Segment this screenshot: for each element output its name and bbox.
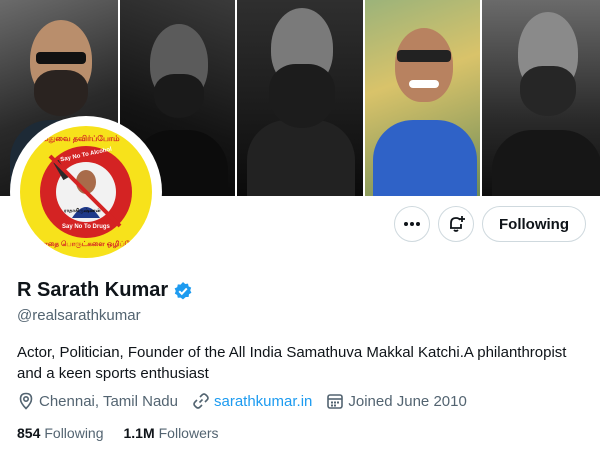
profile-avatar[interactable]: மதுவை தவிர்ப்போம் Say No To Alcohol ராதா… [14,120,158,264]
followers-label: Followers [158,425,219,441]
profile-name: R Sarath Kumar [17,279,169,301]
avatar-text-bottom: போதை பொருட்களை ஒழிப்போம் [34,241,145,248]
banner-photo-3 [236,0,364,196]
following-label: Following [44,425,104,441]
location-pin-icon [19,392,33,410]
website-link[interactable]: sarathkumar.in [214,393,312,410]
following-button[interactable]: Following [482,206,586,242]
banner-photo-5 [481,0,600,196]
profile-location: Chennai, Tamil Nadu [17,392,178,410]
profile-bio: Actor, Politician, Founder of the All In… [17,344,567,382]
notification-button[interactable] [438,206,474,242]
profile-name-row: R Sarath Kumar [17,279,193,302]
following-count: 854 [17,425,41,441]
profile-meta: Chennai, Tamil Nadu sarathkumar.in Joine… [17,392,481,410]
banner-photo-4 [365,0,480,196]
avatar-badge-graphic [22,128,150,256]
link-icon [193,393,209,409]
location-text: Chennai, Tamil Nadu [39,392,178,410]
more-button[interactable] [394,206,430,242]
avatar-text-say2: Say No To Drugs [62,224,110,230]
avatar-text-top: மதுவை தவிர்ப்போம் [42,134,120,143]
followers-count: 1.1M [123,425,155,441]
joined-text: Joined June 2010 [348,392,467,410]
profile-website[interactable]: sarathkumar.in [192,392,312,410]
avatar-text-mid: ராதாகிருஷ்ணன் [64,208,101,214]
profile-stats: 854 Following 1.1M Followers [17,425,239,441]
calendar-icon [327,394,344,409]
more-icon [404,222,420,226]
following-stat[interactable]: 854 Following [17,425,104,441]
avatar-image: மதுவை தவிர்ப்போம் Say No To Alcohol ராதா… [20,126,152,258]
profile-handle: @realsarathkumar [17,307,141,324]
followers-stat[interactable]: 1.1M Followers [124,425,219,441]
notification-bell-plus-icon [450,216,465,232]
profile-joined: Joined June 2010 [326,392,467,410]
verified-badge-icon[interactable] [173,281,193,301]
